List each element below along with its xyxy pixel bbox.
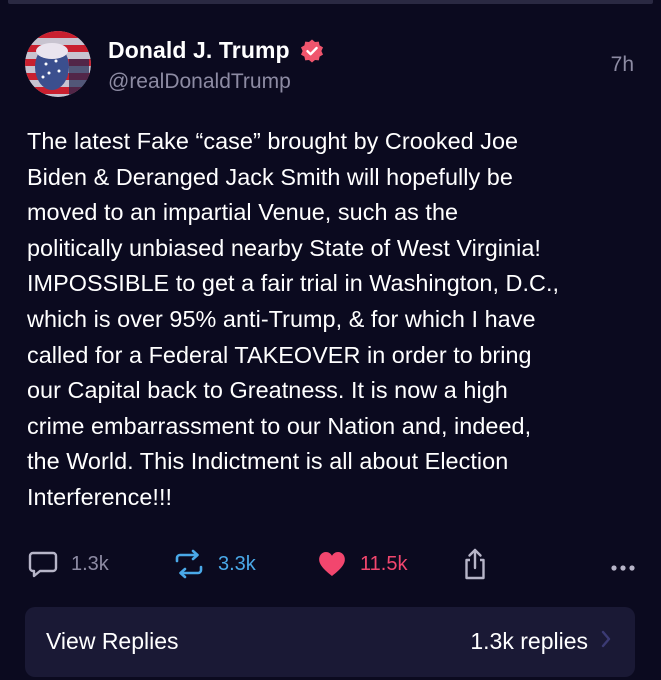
post-screen: Donald J. Trump @realDonaldTrump 7h The … xyxy=(0,0,661,680)
post-body-line: called for a Federal TAKEOVER in order t… xyxy=(27,341,532,368)
post-body: The latest Fake “case” brought by Crooke… xyxy=(27,124,637,516)
speech-bubble-icon xyxy=(27,548,59,580)
chevron-right-icon xyxy=(600,629,612,654)
action-bar: 1.3k 3.3k 11.5k xyxy=(27,546,637,582)
repost-button[interactable]: 3.3k xyxy=(172,546,256,582)
post-body-line: Biden & Deranged Jack Smith will hopeful… xyxy=(27,163,513,190)
view-replies-label: View Replies xyxy=(46,628,179,654)
more-dots-icon xyxy=(609,554,637,582)
post-timestamp: 7h xyxy=(610,53,634,76)
replies-count: 1.3k replies xyxy=(470,628,588,654)
repost-arrows-icon xyxy=(172,548,206,580)
author-handle[interactable]: @realDonaldTrump xyxy=(108,70,291,94)
like-count: 11.5k xyxy=(360,552,408,575)
share-icon xyxy=(460,547,490,581)
avatar[interactable] xyxy=(25,31,91,97)
display-name[interactable]: Donald J. Trump xyxy=(108,37,290,64)
like-button[interactable]: 11.5k xyxy=(316,546,407,582)
post-body-line: which is over 95% anti-Trump, & for whic… xyxy=(27,305,536,332)
post-body-line: the World. This Indictment is all about … xyxy=(27,448,509,475)
replies-summary: 1.3k replies xyxy=(470,628,612,655)
post-body-line: politically unbiased nearby State of Wes… xyxy=(27,234,541,261)
post-body-line: moved to an impartial Venue, such as the xyxy=(27,199,459,226)
top-divider xyxy=(8,0,653,4)
reply-button[interactable]: 1.3k xyxy=(27,546,109,582)
post-body-line: our Capital back to Greatness. It is now… xyxy=(27,377,508,404)
more-options-button[interactable] xyxy=(609,550,637,586)
view-replies-button[interactable]: View Replies 1.3k replies xyxy=(25,607,635,677)
post-body-line: IMPOSSIBLE to get a fair trial in Washin… xyxy=(27,270,560,297)
share-button[interactable] xyxy=(460,546,490,582)
verified-badge-icon xyxy=(299,38,325,64)
heart-icon xyxy=(316,548,348,580)
author-name-row[interactable]: Donald J. Trump xyxy=(108,37,325,64)
post-body-line: The latest Fake “case” brought by Crooke… xyxy=(27,128,519,154)
post-body-line: Interference!!! xyxy=(27,483,173,510)
reply-count: 1.3k xyxy=(71,552,109,575)
post-body-line: crime embarrassment to our Nation and, i… xyxy=(27,412,532,439)
repost-count: 3.3k xyxy=(218,552,256,575)
